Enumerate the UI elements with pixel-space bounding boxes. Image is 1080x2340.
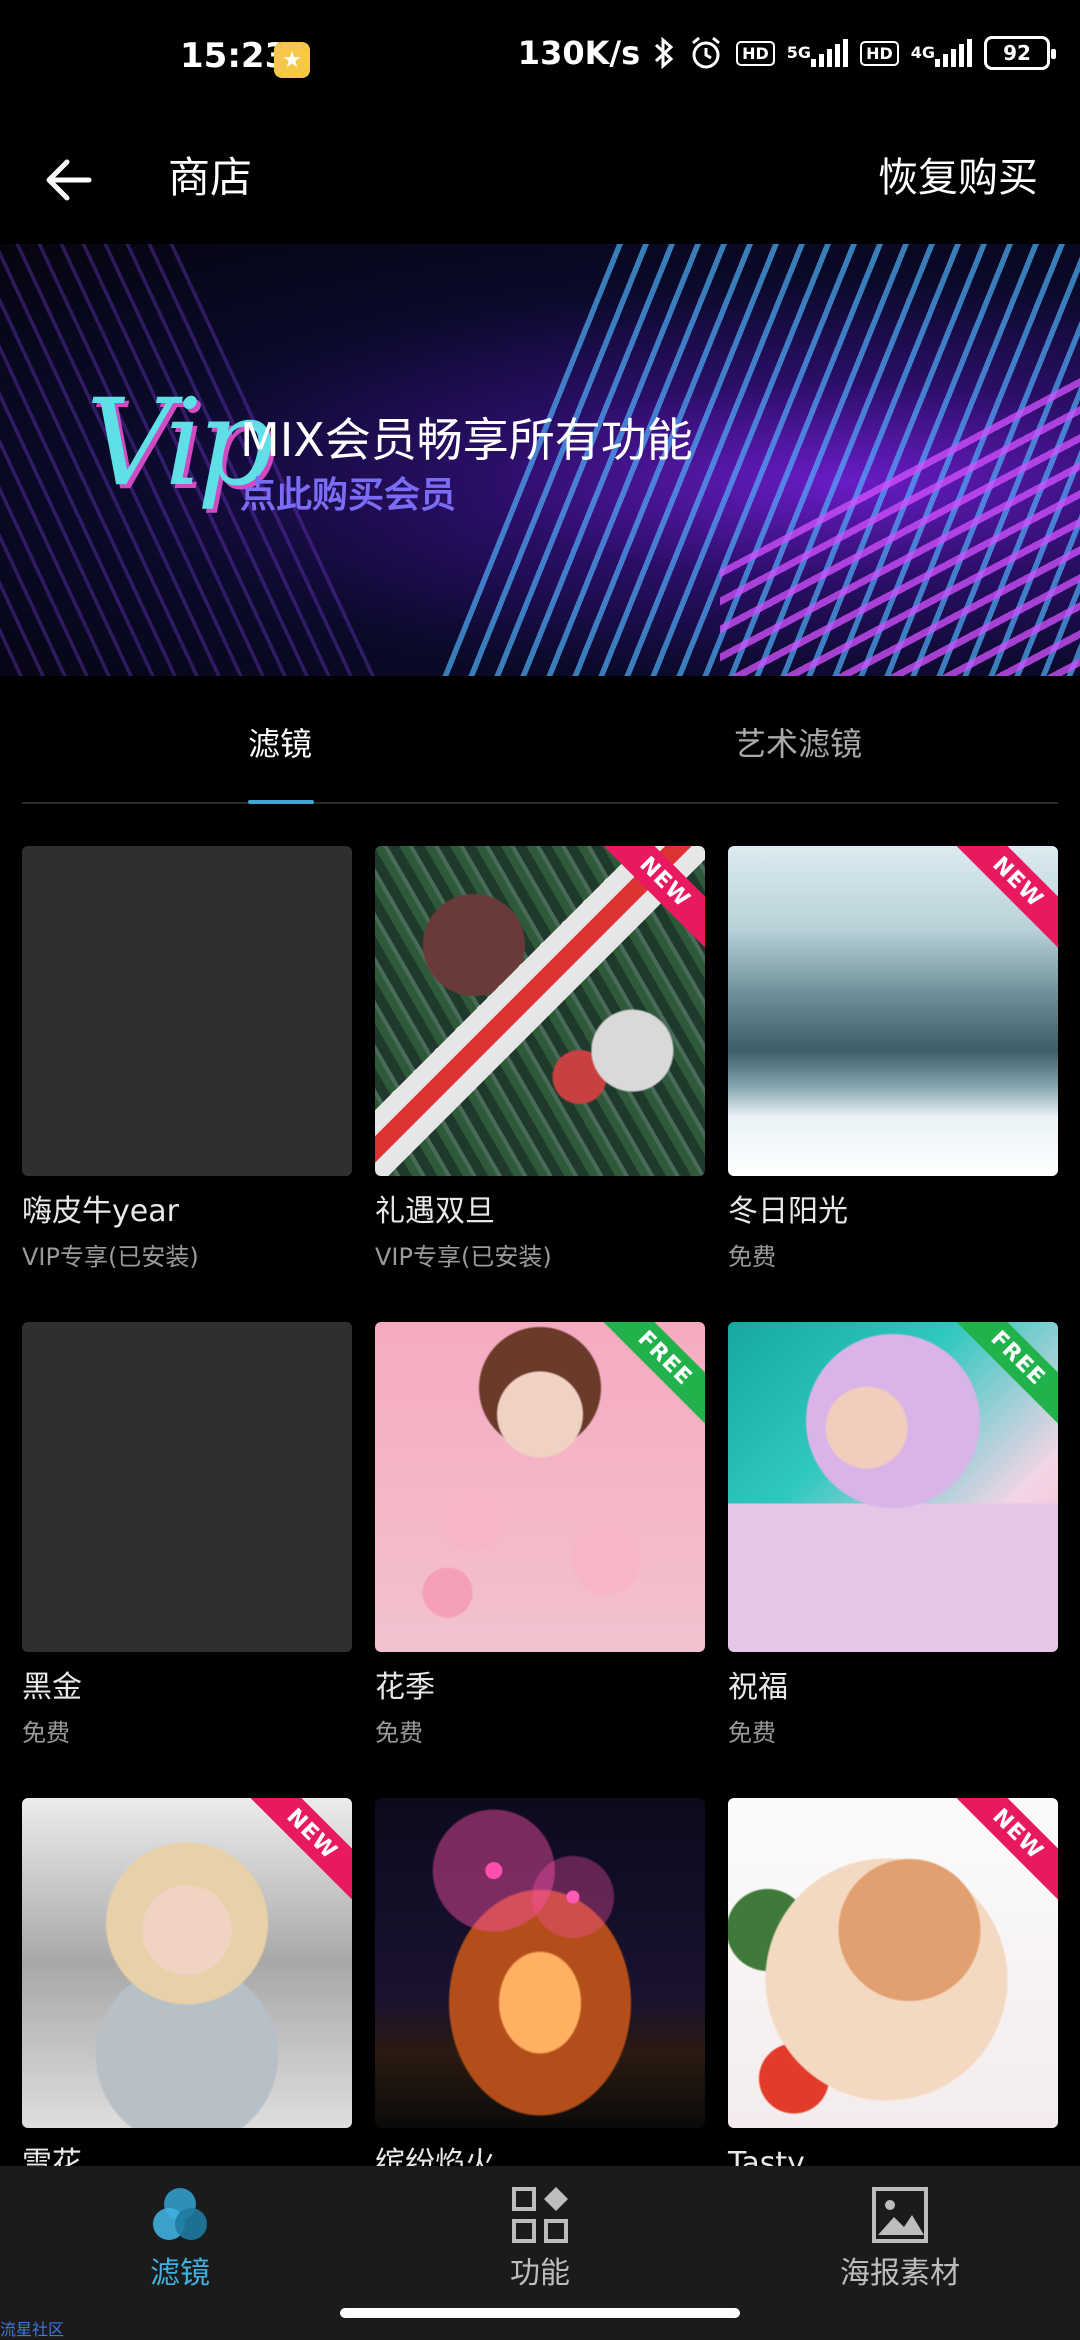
vip-banner[interactable]: Vip MIX会员畅享所有功能 点此购买会员 bbox=[0, 244, 1080, 676]
filter-thumbnail: FREE bbox=[728, 1322, 1058, 1652]
free-badge: FREE bbox=[595, 1322, 705, 1428]
nav-filter[interactable]: 滤镜 bbox=[60, 2180, 300, 2300]
tab-filter[interactable]: 滤镜 bbox=[248, 724, 312, 764]
filter-status: 免费 bbox=[728, 1243, 776, 1271]
app-notification-icon: ★ bbox=[274, 42, 310, 78]
back-arrow-icon[interactable] bbox=[36, 148, 100, 212]
filter-status: 免费 bbox=[22, 1719, 70, 1747]
filter-thumbnail: NEW bbox=[728, 846, 1058, 1176]
new-badge: NEW bbox=[948, 1798, 1058, 1904]
hd-badge: HD bbox=[736, 40, 775, 66]
filter-card[interactable]: 嗨皮牛year VIP专享(已安装) bbox=[22, 846, 352, 1272]
filter-name: 冬日阳光 bbox=[728, 1194, 848, 1229]
category-tabs: 滤镜 艺术滤镜 bbox=[22, 676, 1058, 804]
filter-thumbnail bbox=[22, 1322, 352, 1652]
filter-card[interactable]: FREE 花季 免费 bbox=[375, 1322, 705, 1748]
filter-thumbnail: NEW bbox=[375, 846, 705, 1176]
filter-card[interactable]: FREE 祝福 免费 bbox=[728, 1322, 1058, 1748]
status-bar: 15:23 ★ 130K/s HD 5G HD 4G 92 bbox=[0, 0, 1080, 120]
network-speed: 130K/s bbox=[517, 34, 641, 72]
watermark: 流星社区 bbox=[0, 2320, 65, 2339]
filter-thumbnail: FREE bbox=[375, 1322, 705, 1652]
signal-4g-icon: 4G bbox=[911, 39, 972, 67]
filter-status: 免费 bbox=[728, 1719, 776, 1747]
filter-card[interactable]: NEW 礼遇双旦 VIP专享(已安装) bbox=[375, 846, 705, 1272]
hd-badge-2: HD bbox=[860, 40, 899, 66]
buy-membership-link[interactable]: 点此购买会员 bbox=[240, 466, 456, 518]
bluetooth-icon bbox=[652, 36, 676, 70]
nav-function-label: 功能 bbox=[510, 2256, 570, 2291]
filter-card[interactable]: NEW Tasty bbox=[728, 1798, 1058, 2184]
battery-level: 92 bbox=[1003, 41, 1031, 65]
network-type-5g: 5G bbox=[786, 43, 812, 62]
grid-icon bbox=[505, 2180, 575, 2250]
filter-card[interactable]: NEW 雪花 bbox=[22, 1798, 352, 2184]
filter-name: 花季 bbox=[375, 1670, 435, 1705]
page-title: 商店 bbox=[168, 153, 253, 202]
filter-thumbnail bbox=[22, 846, 352, 1176]
filter-icon bbox=[145, 2180, 215, 2250]
image-icon bbox=[865, 2180, 935, 2250]
new-badge: NEW bbox=[595, 846, 705, 952]
filter-thumbnail: NEW bbox=[728, 1798, 1058, 2128]
home-indicator[interactable] bbox=[340, 2308, 740, 2318]
filter-card[interactable]: 黑金 免费 bbox=[22, 1322, 352, 1748]
filter-thumbnail: NEW bbox=[22, 1798, 352, 2128]
tab-art-filter[interactable]: 艺术滤镜 bbox=[734, 724, 862, 764]
signal-5g-icon: 5G bbox=[786, 39, 849, 67]
battery-icon: 92 bbox=[984, 36, 1056, 70]
restore-purchase-button[interactable]: 恢复购买 bbox=[878, 148, 1038, 208]
free-badge: FREE bbox=[948, 1322, 1058, 1428]
tab-active-indicator bbox=[248, 800, 314, 804]
nav-poster[interactable]: 海报素材 bbox=[780, 2180, 1020, 2300]
status-time: 15:23 bbox=[180, 36, 289, 76]
network-type-4g: 4G bbox=[910, 43, 935, 62]
filter-status: VIP专享(已安装) bbox=[375, 1243, 552, 1271]
new-badge: NEW bbox=[242, 1798, 352, 1904]
filter-name: 祝福 bbox=[728, 1670, 788, 1705]
nav-filter-label: 滤镜 bbox=[150, 2256, 210, 2291]
filter-thumbnail bbox=[375, 1798, 705, 2128]
filter-name: 黑金 bbox=[22, 1670, 82, 1705]
filter-name: 嗨皮牛year bbox=[22, 1194, 179, 1229]
nav-function[interactable]: 功能 bbox=[420, 2180, 660, 2300]
filter-status: VIP专享(已安装) bbox=[22, 1243, 199, 1271]
new-badge: NEW bbox=[948, 846, 1058, 952]
filter-status: 免费 bbox=[375, 1719, 423, 1747]
filter-card[interactable]: NEW 冬日阳光 免费 bbox=[728, 846, 1058, 1272]
banner-title: MIX会员畅享所有功能 bbox=[240, 413, 693, 467]
filter-card[interactable]: 缤纷焰火 bbox=[375, 1798, 705, 2184]
filter-name: 礼遇双旦 bbox=[375, 1194, 495, 1229]
alarm-icon bbox=[688, 35, 724, 71]
app-header: 商店 恢复购买 bbox=[0, 120, 1080, 244]
nav-poster-label: 海报素材 bbox=[840, 2256, 960, 2291]
